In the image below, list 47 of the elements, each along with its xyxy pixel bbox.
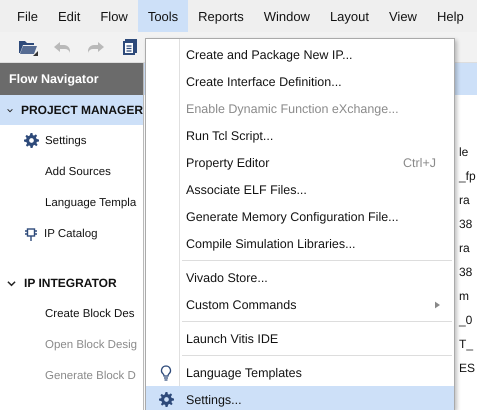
menu-item[interactable]: Settings... xyxy=(146,386,454,410)
navigator-item[interactable]: Settings xyxy=(45,134,87,146)
menu-item[interactable]: Launch Vitis IDE xyxy=(146,325,454,352)
text-fragment: ra xyxy=(459,193,471,209)
text-fragment: le xyxy=(459,145,470,161)
menu-item[interactable]: Property Editor Ctrl+J xyxy=(146,149,454,176)
navigator-item[interactable]: Language Templa xyxy=(45,196,136,208)
menu-item[interactable]: Generate Memory Configuration File... xyxy=(146,203,454,230)
menu-item[interactable]: Run Tcl Script... xyxy=(146,122,454,149)
menu-item[interactable]: Edit xyxy=(48,0,90,32)
submenu-arrow-icon xyxy=(435,300,440,308)
menu-item[interactable]: Window xyxy=(254,0,320,32)
text-fragment: _fp xyxy=(459,169,477,185)
chip-icon xyxy=(24,226,38,240)
menu-item[interactable]: Tools xyxy=(138,0,188,32)
menu-item[interactable]: Vivado Store... xyxy=(146,264,454,291)
menu-item[interactable]: Create and Package New IP... xyxy=(146,41,454,68)
menu-item[interactable]: View xyxy=(379,0,427,32)
menu-item[interactable]: Language Templates xyxy=(146,359,454,386)
gear-icon xyxy=(158,392,174,407)
menu-item[interactable]: Create Interface Definition... xyxy=(146,68,454,95)
menu-item[interactable]: Associate ELF Files... xyxy=(146,176,454,203)
panel-title: Flow Navigator xyxy=(0,63,143,95)
menu-item[interactable]: Compile Simulation Libraries... xyxy=(146,230,454,257)
navigator-item[interactable]: Create Block Des xyxy=(45,308,134,320)
folder-icon[interactable] xyxy=(18,38,38,56)
gear-icon xyxy=(24,133,39,148)
menu-item[interactable]: Layout xyxy=(320,0,379,32)
section-header[interactable]: IP INTEGRATOR xyxy=(0,268,143,298)
text-fragment: T_ xyxy=(459,337,474,353)
menu-item[interactable]: Custom Commands xyxy=(146,291,454,318)
text-fragment: 38 xyxy=(459,217,474,233)
navigator-item[interactable]: Add Sources xyxy=(45,166,111,178)
text-fragment: _0 xyxy=(459,313,474,329)
document-icon[interactable] xyxy=(123,39,137,55)
text-fragment: ra xyxy=(459,241,471,257)
menu-item[interactable]: Help xyxy=(426,0,474,32)
menu-item[interactable]: File xyxy=(7,0,48,32)
menu-item[interactable]: Reports xyxy=(188,0,254,32)
menu-item[interactable]: Flow xyxy=(90,0,138,32)
navigator-item[interactable]: IP Catalog xyxy=(44,228,98,240)
text-fragment: m xyxy=(459,289,470,305)
lightbulb-icon xyxy=(160,364,172,380)
chevron-icon xyxy=(7,278,16,288)
section-header[interactable]: PROJECT MANAGER xyxy=(0,95,143,125)
text-fragment: 38 xyxy=(459,265,474,281)
text-fragment: ES xyxy=(459,361,476,377)
